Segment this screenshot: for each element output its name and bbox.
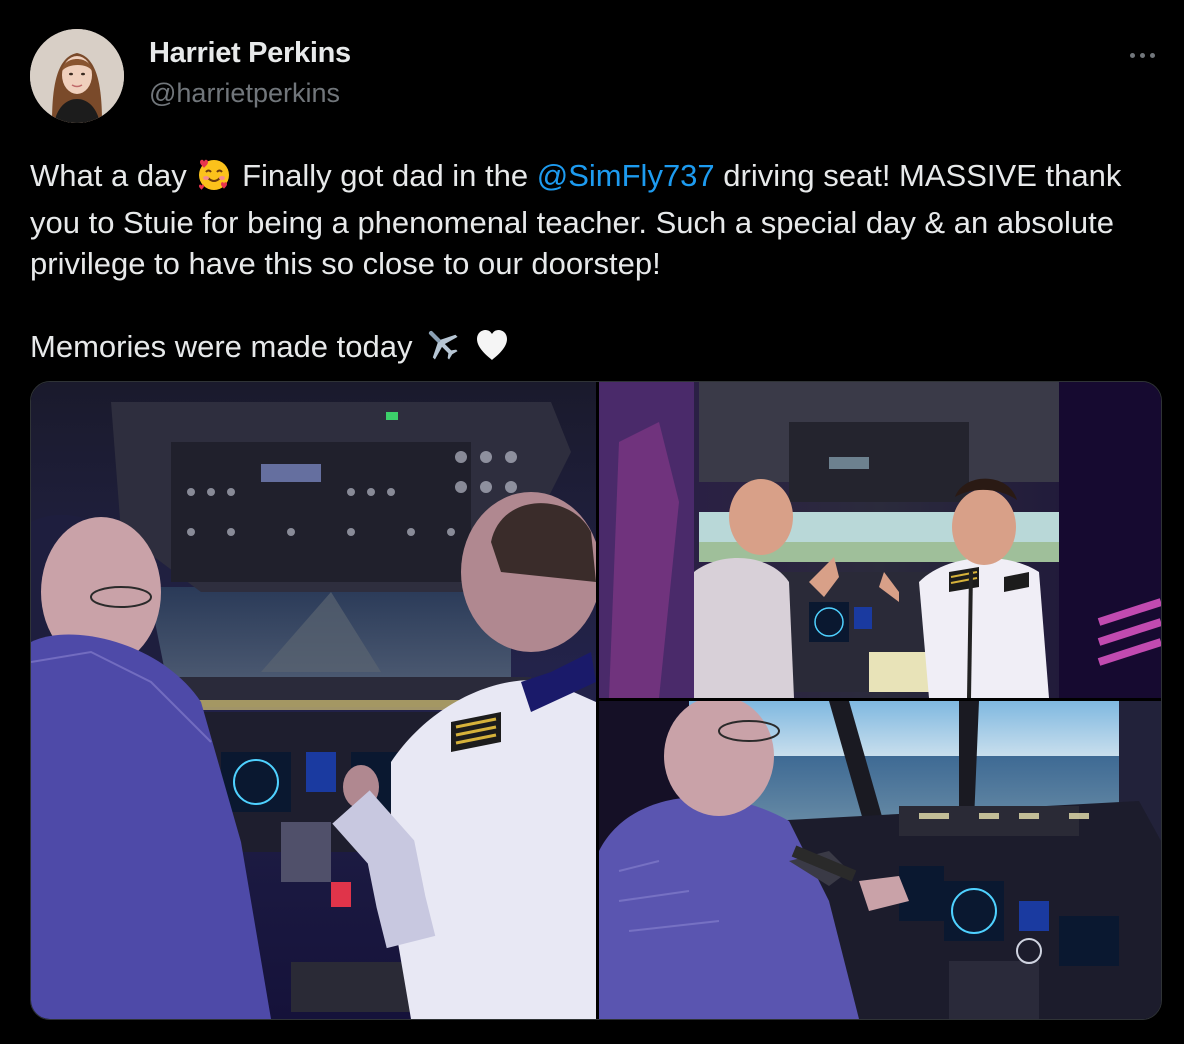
two-pilots-thumbs-up-photo[interactable] xyxy=(599,382,1161,698)
more-dot xyxy=(1129,52,1135,58)
dad-at-controls-photo[interactable] xyxy=(599,701,1161,1019)
cockpit-rear-view-photo[interactable] xyxy=(31,382,596,1019)
tweet-text: What a day Finally got dad in the @SimFl… xyxy=(30,155,1160,373)
tweet-text-segment: What a day xyxy=(30,158,187,193)
media-grid xyxy=(30,381,1162,1020)
display-name[interactable]: Harriet Perkins xyxy=(149,37,351,70)
user-handle[interactable]: @harrietperkins xyxy=(149,78,340,109)
white-heart-emoji xyxy=(474,327,510,373)
tweet-paragraph: Memories were made today xyxy=(30,325,1160,373)
smiling-face-with-hearts-emoji xyxy=(197,158,231,202)
tweet-text-segment: Finally got dad in the xyxy=(242,158,529,193)
more-dot xyxy=(1149,52,1155,58)
more-horizontal-icon[interactable] xyxy=(1122,40,1162,70)
tweet-paragraph: What a day Finally got dad in the @SimFl… xyxy=(30,155,1160,284)
airplane-emoji xyxy=(423,325,461,373)
tweet[interactable]: Harriet Perkins @harrietperkins What a d… xyxy=(0,0,1184,1044)
avatar[interactable] xyxy=(30,29,124,123)
more-dot xyxy=(1139,52,1145,58)
tweet-text-segment: Memories were made today xyxy=(30,329,413,364)
mention-link[interactable]: @SimFly737 xyxy=(537,158,715,193)
profile-photo xyxy=(30,29,124,123)
